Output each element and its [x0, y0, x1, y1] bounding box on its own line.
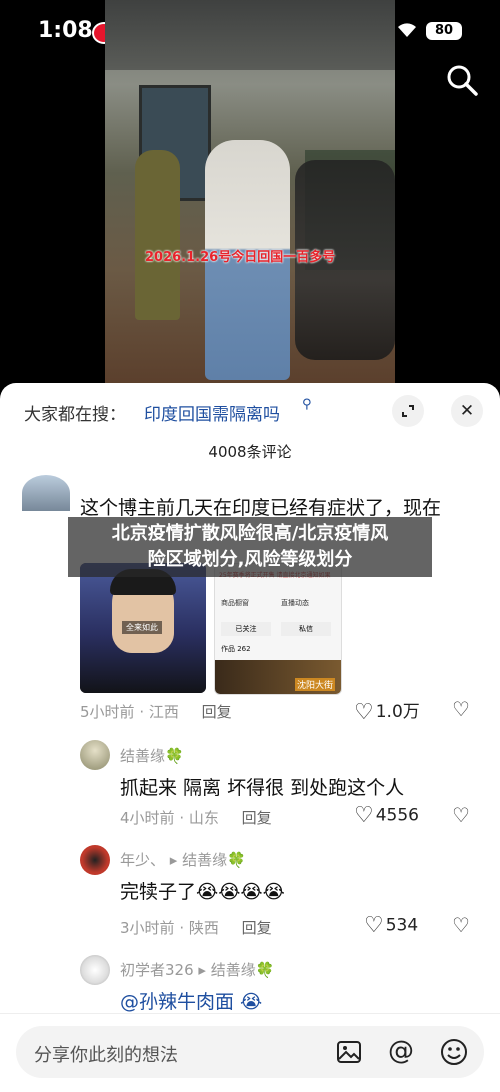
video-caption: 2026.1.26号今日回国一百多号 — [145, 250, 336, 265]
search-button[interactable] — [444, 62, 480, 98]
comment-image-2[interactable]: 25年赛季将正式开售 请直接北京通知如果 商品橱窗 直播动态 已关注 私信 作品… — [214, 563, 342, 695]
comment-image-1[interactable]: 全来如此 — [80, 563, 206, 693]
search-icon — [447, 65, 478, 96]
comment-images[interactable]: 全来如此 25年赛季将正式开售 请直接北京通知如果 商品橱窗 直播动态 已关注 … — [80, 563, 342, 695]
banner-line-2: 险区域划分,风险等级划分 — [147, 549, 353, 570]
thumb-badge: 全来如此 — [122, 621, 162, 634]
sheet-header: 大家都在搜： 印度回国需隔离吗 ⚲ ✕ — [0, 383, 500, 439]
broken-heart-icon: ♡ — [452, 697, 470, 721]
battery-indicator: 80 — [426, 22, 462, 40]
expand-icon — [402, 405, 414, 417]
heart-icon: ♡ — [354, 803, 374, 828]
comment-sheet: 大家都在搜： 印度回国需隔离吗 ⚲ ✕ 4008条评论 这个博主前几天在印度已经… — [0, 383, 500, 1091]
close-button[interactable]: ✕ — [451, 395, 483, 427]
expand-button[interactable] — [392, 395, 424, 427]
search-suggestion-link[interactable]: 印度回国需隔离吗 — [144, 400, 280, 425]
comment-meta: 5小时前 · 江西 回复 — [80, 703, 232, 721]
wifi-icon — [396, 20, 418, 43]
like-button[interactable]: ♡ 1.0万 — [354, 697, 420, 725]
dislike-button[interactable]: ♡ — [452, 697, 470, 721]
video-player[interactable]: 2026.1.26号今日回国一百多号 — [105, 0, 395, 385]
comment-input-bar: 分享你此刻的想法 @ — [0, 1013, 500, 1092]
comment-input[interactable]: 分享你此刻的想法 @ — [16, 1026, 484, 1078]
avatar[interactable] — [80, 740, 110, 770]
comment-input-placeholder: 分享你此刻的想法 — [34, 1045, 178, 1066]
comment-text: 抓起来 隔离 坏得很 到处跑这个人 — [120, 777, 405, 799]
reply-button[interactable]: 回复 — [242, 919, 272, 937]
comment-username: 初学者326 ▸ 结善缘🍀 — [120, 961, 275, 979]
avatar[interactable] — [80, 955, 110, 985]
video-ceiling — [105, 0, 395, 70]
comment-meta: 3小时前 · 陕西 回复 — [120, 919, 272, 937]
banner-line-1: 北京疫情扩散风险很高/北京疫情风 — [111, 523, 389, 544]
avatar[interactable] — [80, 845, 110, 875]
video-person-guard — [135, 150, 180, 320]
like-button[interactable]: ♡ 4556 — [354, 803, 419, 828]
search-suggestion-label: 大家都在搜： — [24, 405, 126, 425]
reply-button[interactable]: 回复 — [202, 703, 232, 721]
comment-text: 这个博主前几天在印度已经有症状了，现在 — [80, 497, 442, 519]
broken-heart-icon: ♡ — [452, 913, 470, 937]
comment-meta: 4小时前 · 山东 回复 — [120, 809, 272, 827]
status-time: 1:08 — [38, 18, 93, 43]
comment-username[interactable]: 结善缘🍀 — [120, 745, 184, 766]
image-icon[interactable] — [336, 1039, 362, 1069]
heart-icon: ♡ — [354, 699, 374, 725]
broken-heart-icon: ♡ — [452, 803, 470, 827]
reply-button[interactable]: 回复 — [242, 809, 272, 827]
mention-icon[interactable]: @ — [388, 1036, 414, 1066]
comment-username: 年少、 ▸ 结善缘🍀 — [120, 851, 246, 869]
overlay-banner: 北京疫情扩散风险很高/北京疫情风 险区域划分,风险等级划分 — [68, 517, 432, 577]
avatar[interactable] — [22, 475, 70, 511]
dislike-button[interactable]: ♡ — [452, 803, 470, 827]
comment-text: @孙辣牛肉面 😭 — [120, 991, 263, 1013]
heart-icon: ♡ — [364, 913, 384, 938]
dislike-button[interactable]: ♡ — [452, 913, 470, 937]
search-small-icon: ⚲ — [302, 397, 312, 412]
emoji-icon[interactable] — [440, 1038, 468, 1070]
comment-count: 4008条评论 — [208, 443, 292, 461]
comment-text: 完犊子了😭😭😭😭 — [120, 881, 285, 903]
like-button[interactable]: ♡ 534 — [364, 913, 418, 938]
close-icon: ✕ — [459, 401, 475, 421]
